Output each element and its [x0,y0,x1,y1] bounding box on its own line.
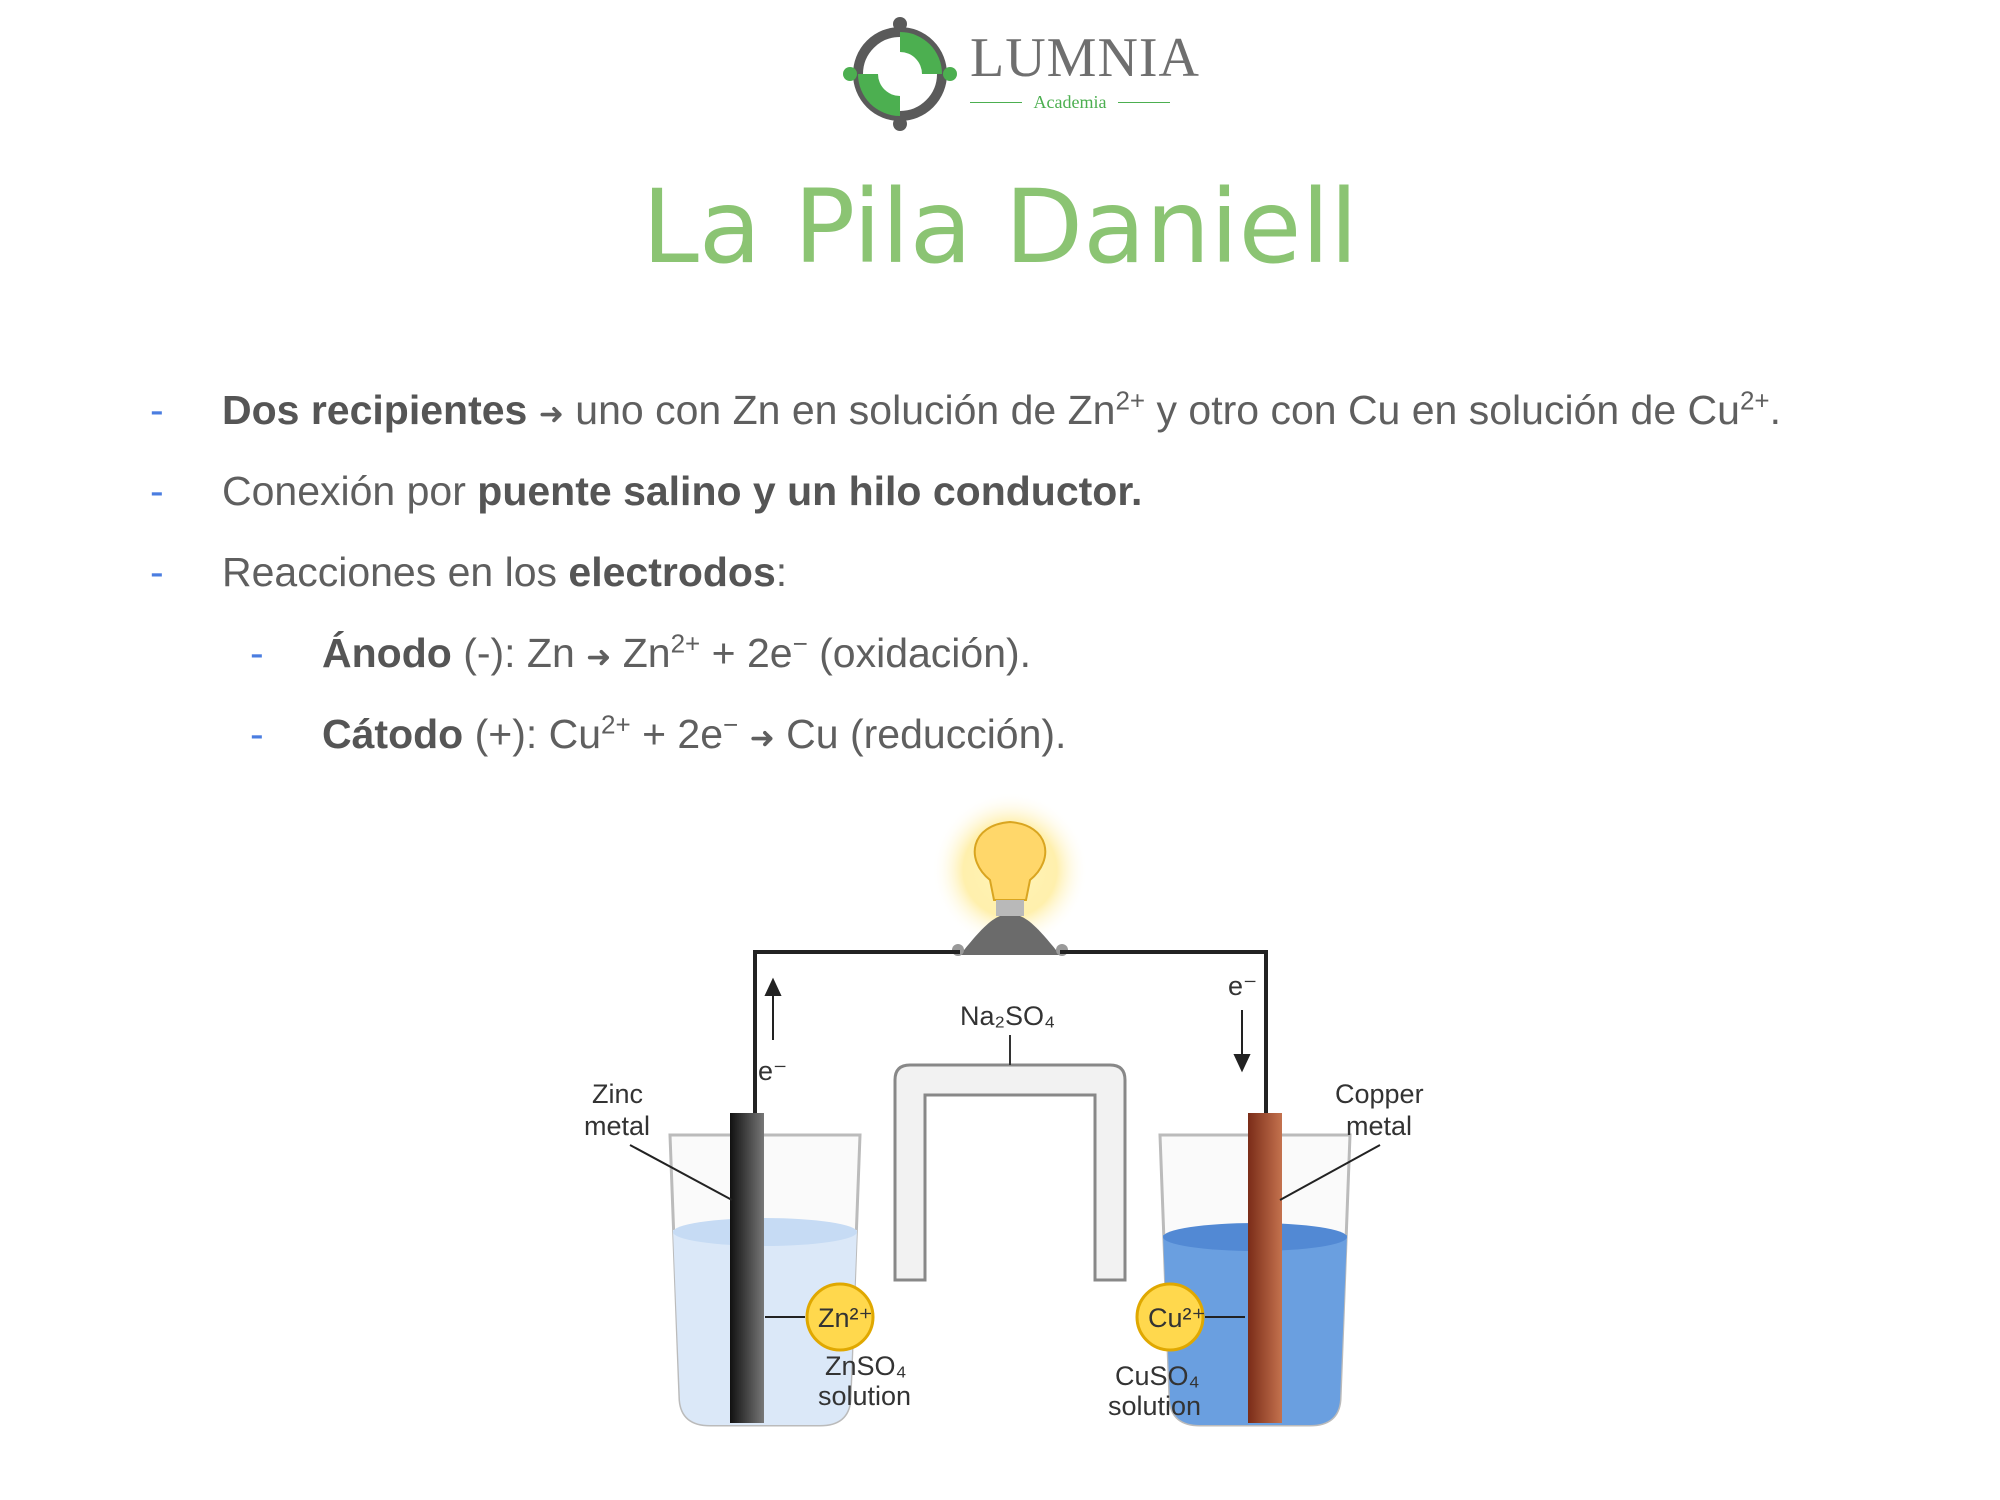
zinc-electrode [730,1113,764,1423]
light-bulb-icon [932,792,1088,956]
logo-subtitle: Academia [970,92,1170,113]
electron-label-right: e⁻ [1228,971,1257,1001]
copper-solution-label: solution [1108,1391,1201,1421]
copper-metal-label: metal [1346,1111,1412,1141]
bullet-dash: - [150,387,164,433]
zinc-solution-label: solution [818,1381,911,1411]
zinc-ion-label: Zn²⁺ [818,1303,873,1333]
bullet-dash: - [150,468,164,514]
copper-ion-label: Cu²⁺ [1148,1303,1206,1333]
electron-label-left: e⁻ [758,1056,787,1086]
zinc-solution-label: ZnSO₄ [825,1351,907,1381]
bullet-item: Dos recipientes ➜ uno con Zn en solución… [222,385,1782,433]
page-title: La Pila Daniell [641,168,1359,287]
copper-solution-label: CuSO₄ [1115,1361,1200,1391]
logo-name: LUMNIA [970,27,1200,89]
sub-bullet-dash: - [250,630,264,676]
bullet-dash: - [150,549,164,595]
bullet-item: Reacciones en los electrodos: [222,549,788,595]
daniell-cell-diagram: e⁻ e⁻ Na₂SO₄ Zn²⁺ Cu²⁺ ZnSO₄ solution Cu… [584,792,1424,1427]
salt-bridge [893,1063,1127,1282]
salt-bridge-label: Na₂SO₄ [960,1001,1055,1031]
bullet-item: Conexión por puente salino y un hilo con… [222,468,1143,514]
sub-bullet-item: Ánodo (-): Zn ➜ Zn2+ + 2e− (oxidación). [322,628,1032,676]
copper-metal-label: Copper [1335,1079,1424,1109]
zinc-metal-label: metal [584,1111,650,1141]
lumnia-logo-icon [843,17,957,131]
copper-electrode [1248,1113,1282,1423]
sub-bullet-dash: - [250,711,264,757]
zinc-metal-label: Zinc [592,1079,643,1109]
sub-bullet-item: Cátodo (+): Cu2+ + 2e− ➜ Cu (reducción). [322,709,1067,757]
